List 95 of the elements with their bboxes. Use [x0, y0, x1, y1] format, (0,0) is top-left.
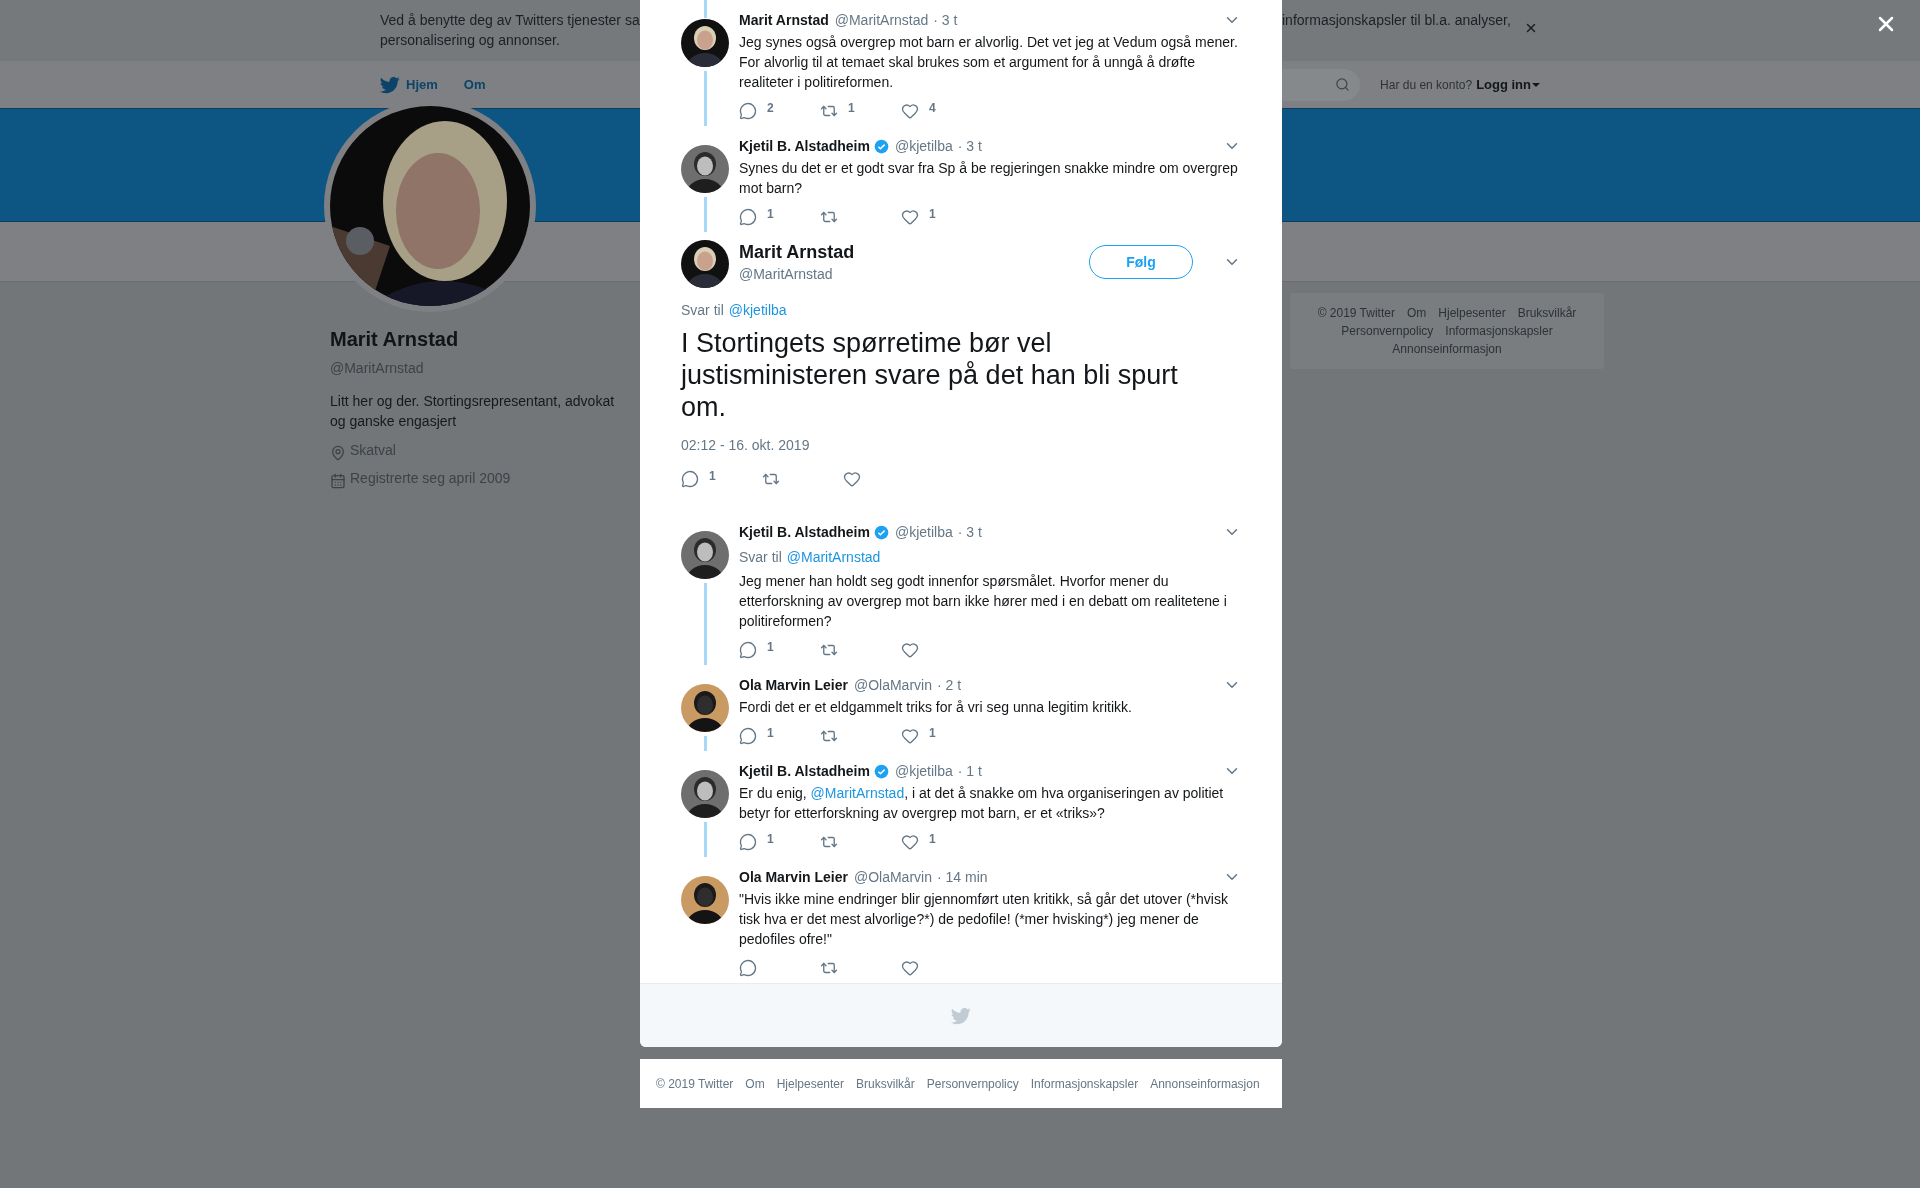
reply-icon — [739, 833, 757, 851]
heart-icon — [901, 833, 919, 851]
footer-link[interactable]: Annonseinformasjon — [1150, 1074, 1260, 1093]
footer-link[interactable]: Personvernpolicy — [926, 1074, 1019, 1093]
heart-button[interactable] — [901, 959, 919, 977]
tweet-time[interactable]: · 2 t — [936, 674, 962, 696]
tweet-text: Fordi det er et eldgammelt triks for å vri seg unna legitim kritikk. — [739, 698, 1133, 717]
tweet-time[interactable]: · 1 t — [957, 760, 982, 782]
retweet-button[interactable]: 1 — [820, 102, 855, 120]
reply-icon — [681, 470, 699, 488]
heart-button[interactable] — [843, 470, 861, 488]
reply-button[interactable]: 2 — [739, 102, 774, 120]
account-prompt: Har du en konto? — [1380, 76, 1473, 94]
verified-badge-icon — [873, 138, 889, 154]
footer-link[interactable]: Annonseinformasjon — [1392, 341, 1502, 357]
author-handle[interactable]: @OlaMarvin — [853, 674, 932, 696]
close-icon[interactable] — [1524, 21, 1538, 35]
author-name[interactable]: Ola Marvin Leier — [739, 866, 848, 888]
calendar-icon — [330, 473, 346, 489]
heart-icon — [843, 470, 861, 488]
author-handle[interactable]: @OlaMarvin — [853, 866, 932, 888]
heart-icon — [901, 208, 919, 226]
author-name[interactable]: Marit Arnstad — [739, 9, 829, 31]
location-pin-icon — [330, 445, 346, 461]
author-handle[interactable]: @MaritArnstad — [834, 9, 929, 31]
verified-badge-icon — [873, 763, 889, 779]
tweet-time[interactable]: · 3 t — [933, 9, 958, 31]
footer-link[interactable]: Hjelpesenter — [776, 1074, 845, 1093]
profile-bio: Litt her og der. Stortingsrepresentant, advokat og ganske engasjert — [330, 392, 616, 431]
author-handle[interactable]: @kjetilba — [894, 521, 953, 543]
mention-link[interactable]: @kjetilba — [728, 300, 787, 321]
heart-icon — [901, 641, 919, 659]
heart-icon — [901, 102, 919, 120]
author-name[interactable]: Marit Arnstad — [739, 240, 855, 264]
author-name[interactable]: Kjetil B. Alstadheim — [739, 760, 870, 782]
reply-icon — [739, 959, 757, 977]
heart-icon — [901, 727, 919, 745]
author-name[interactable]: Ola Marvin Leier — [739, 674, 848, 696]
heart-icon — [901, 959, 919, 977]
footer-link[interactable]: Personvernpolicy — [1341, 323, 1434, 339]
nav-link[interactable]: Om — [463, 74, 486, 95]
footer-link[interactable]: Om — [745, 1074, 765, 1093]
footer-link[interactable]: Informasjonskapsler — [1445, 323, 1553, 339]
footer-link[interactable]: Informasjonskapsler — [1030, 1074, 1139, 1093]
profile-name[interactable]: Marit Arnstad — [330, 324, 630, 354]
cookie-notice-text: informasjonskapsler til bl.a. analyser, — [1282, 11, 1511, 30]
tweet-time[interactable]: · 14 min — [936, 866, 988, 888]
footer-link[interactable]: Bruksvilkår — [856, 1074, 915, 1093]
heart-button[interactable]: 1 — [901, 727, 936, 745]
tweet-text: Er du enig, @MaritArnstad, i at det å snakke om hva organiseringen av politiet betyr for etterforskning av overgrep mot barn, er et «triks»? — [739, 784, 1225, 823]
nav-link[interactable]: Hjem — [380, 74, 438, 95]
footer-link[interactable]: Hjelpesenter — [1438, 305, 1506, 321]
tweet-text: "Hvis ikke mine endringer blir gjennomført uten kritikk, så går det utover (*hvisk tisk hva er det mest alvorlige?*) de pedofile! (*mer hvisking*) jeg mener de pedofiles ofre!" — [739, 890, 1229, 949]
footer-link[interactable]: Bruksvilkår — [1517, 305, 1577, 321]
search-icon — [1335, 77, 1351, 92]
heart-button[interactable]: 1 — [901, 208, 936, 226]
caret-icon — [1532, 82, 1540, 87]
tweet-text: I Stortingets spørretime bør vel justisministeren svare på det han bli spurt om. — [681, 327, 1179, 423]
tweet-text: Jeg synes også overgrep mot barn er alvorlig. Det vet jeg at Vedum også mener. For alvorlig til at temaet skal brukes som et argument for å unngå å drøfte realiteter i politireformen. — [739, 33, 1239, 92]
bird-icon — [951, 1005, 971, 1026]
footer-link[interactable]: © 2019 Twitter — [1317, 305, 1395, 321]
author-name[interactable]: Kjetil B. Alstadheim — [739, 135, 870, 157]
reply-to-label: Svar til — [681, 301, 724, 320]
tweet-text: Synes du det er et godt svar fra Sp å be regjeringen snakke mindre om overgrep mot barn? — [739, 159, 1239, 198]
tweet-text: Jeg mener han holdt seg godt innenfor spørsmålet. Hvorfor mener du etterforskning av overgrep mot barn ikke hører med i en debatt om realitetene i politireformen? — [739, 572, 1228, 631]
cookie-notice-text: personalisering og annonser. — [380, 31, 561, 50]
tweet-time[interactable]: · 3 t — [957, 135, 982, 157]
reply-icon — [739, 641, 757, 659]
heart-button[interactable]: 1 — [901, 833, 936, 851]
bird-icon — [380, 74, 400, 95]
reply-button[interactable]: 1 — [681, 470, 716, 488]
login-button[interactable]: Logg inn — [1476, 74, 1540, 95]
author-handle[interactable]: @kjetilba — [894, 760, 953, 782]
reply-button[interactable] — [739, 959, 757, 977]
reply-icon — [739, 102, 757, 120]
reply-to-label: Svar til — [739, 548, 782, 567]
reply-button[interactable]: 1 — [739, 641, 774, 659]
reply-icon — [739, 727, 757, 745]
author-handle[interactable]: @MaritArnstad — [739, 264, 855, 285]
profile-location: Skatval — [350, 440, 396, 460]
footer-link[interactable]: © 2019 Twitter — [656, 1074, 734, 1093]
heart-button[interactable]: 4 — [901, 102, 936, 120]
author-handle[interactable]: @kjetilba — [894, 135, 953, 157]
reply-button[interactable]: 1 — [739, 727, 774, 745]
tweet-time[interactable]: · 3 t — [957, 521, 982, 543]
verified-badge-icon — [873, 524, 889, 540]
author-name[interactable]: Kjetil B. Alstadheim — [739, 521, 870, 543]
reply-button[interactable]: 1 — [739, 833, 774, 851]
heart-button[interactable] — [901, 641, 919, 659]
cookie-notice-text: Ved å benytte deg av Twitters tjenester sa — [380, 11, 640, 30]
reply-button[interactable]: 1 — [739, 208, 774, 226]
mention-link[interactable]: @MaritArnstad — [786, 547, 881, 568]
footer-link[interactable]: Om — [1406, 305, 1427, 321]
tweet-timestamp[interactable]: 02:12 - 16. okt. 2019 — [681, 435, 1241, 456]
reply-icon — [739, 208, 757, 226]
